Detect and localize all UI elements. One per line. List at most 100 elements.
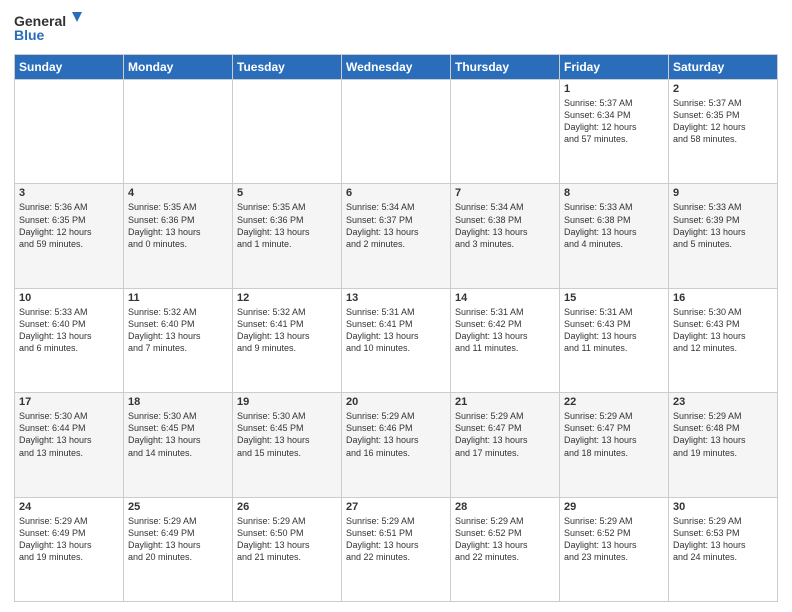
calendar-cell: 8 Sunrise: 5:33 AM Sunset: 6:38 PM Daylig… xyxy=(560,184,669,288)
day-info: Sunrise: 5:35 AM Sunset: 6:36 PM Dayligh… xyxy=(128,201,228,250)
svg-text:Blue: Blue xyxy=(14,27,45,43)
calendar-cell: 6Sunrise: 5:34 AM Sunset: 6:37 PM Daylig… xyxy=(342,184,451,288)
day-number: 6 xyxy=(346,187,446,199)
calendar-table: SundayMondayTuesdayWednesdayThursdayFrid… xyxy=(14,54,778,602)
day-info: Sunrise: 5:30 AM Sunset: 6:44 PM Dayligh… xyxy=(19,410,119,459)
calendar-week-row: 3 Sunrise: 5:36 AM Sunset: 6:35 PM Daylig… xyxy=(15,184,778,288)
calendar-cell: 26Sunrise: 5:29 AM Sunset: 6:50 PM Dayli… xyxy=(233,497,342,601)
day-info: Sunrise: 5:29 AM Sunset: 6:50 PM Dayligh… xyxy=(237,515,337,564)
day-number: 12 xyxy=(237,292,337,304)
day-number: 7 xyxy=(455,187,555,199)
weekday-header-sunday: Sunday xyxy=(15,55,124,80)
calendar-cell: 23 Sunrise: 5:29 AM Sunset: 6:48 PM Dayli… xyxy=(669,393,778,497)
day-number: 10 xyxy=(19,292,119,304)
calendar-week-row: 1 Sunrise: 5:37 AM Sunset: 6:34 PM Daylig… xyxy=(15,80,778,184)
day-info: Sunrise: 5:29 AM Sunset: 6:48 PM Dayligh… xyxy=(673,410,773,459)
day-info: Sunrise: 5:36 AM Sunset: 6:35 PM Dayligh… xyxy=(19,201,119,250)
weekday-header-friday: Friday xyxy=(560,55,669,80)
calendar-header-row: SundayMondayTuesdayWednesdayThursdayFrid… xyxy=(15,55,778,80)
day-info: Sunrise: 5:31 AM Sunset: 6:43 PM Dayligh… xyxy=(564,306,664,355)
day-info: Sunrise: 5:29 AM Sunset: 6:53 PM Dayligh… xyxy=(673,515,773,564)
calendar-cell xyxy=(233,80,342,184)
day-info: Sunrise: 5:29 AM Sunset: 6:49 PM Dayligh… xyxy=(19,515,119,564)
calendar-cell xyxy=(124,80,233,184)
calendar-cell: 24 Sunrise: 5:29 AM Sunset: 6:49 PM Dayli… xyxy=(15,497,124,601)
day-number: 30 xyxy=(673,501,773,513)
day-number: 23 xyxy=(673,396,773,408)
weekday-header-thursday: Thursday xyxy=(451,55,560,80)
calendar-cell: 13 Sunrise: 5:31 AM Sunset: 6:41 PM Dayli… xyxy=(342,288,451,392)
day-info: Sunrise: 5:33 AM Sunset: 6:39 PM Dayligh… xyxy=(673,201,773,250)
day-number: 21 xyxy=(455,396,555,408)
day-number: 2 xyxy=(673,83,773,95)
calendar-cell: 2 Sunrise: 5:37 AM Sunset: 6:35 PM Daylig… xyxy=(669,80,778,184)
calendar-cell xyxy=(15,80,124,184)
day-number: 24 xyxy=(19,501,119,513)
weekday-header-tuesday: Tuesday xyxy=(233,55,342,80)
day-number: 3 xyxy=(19,187,119,199)
calendar-cell: 1 Sunrise: 5:37 AM Sunset: 6:34 PM Daylig… xyxy=(560,80,669,184)
day-info: Sunrise: 5:30 AM Sunset: 6:45 PM Dayligh… xyxy=(237,410,337,459)
calendar-cell: 16 Sunrise: 5:30 AM Sunset: 6:43 PM Dayli… xyxy=(669,288,778,392)
calendar-cell: 30 Sunrise: 5:29 AM Sunset: 6:53 PM Dayli… xyxy=(669,497,778,601)
calendar-cell: 29 Sunrise: 5:29 AM Sunset: 6:52 PM Dayli… xyxy=(560,497,669,601)
calendar-cell: 20 Sunrise: 5:29 AM Sunset: 6:46 PM Dayli… xyxy=(342,393,451,497)
day-info: Sunrise: 5:29 AM Sunset: 6:52 PM Dayligh… xyxy=(564,515,664,564)
day-number: 8 xyxy=(564,187,664,199)
day-info: Sunrise: 5:34 AM Sunset: 6:38 PM Dayligh… xyxy=(455,201,555,250)
weekday-header-monday: Monday xyxy=(124,55,233,80)
day-number: 20 xyxy=(346,396,446,408)
logo: General Blue xyxy=(14,10,84,46)
calendar-cell: 9 Sunrise: 5:33 AM Sunset: 6:39 PM Daylig… xyxy=(669,184,778,288)
calendar-cell: 14Sunrise: 5:31 AM Sunset: 6:42 PM Dayli… xyxy=(451,288,560,392)
day-info: Sunrise: 5:33 AM Sunset: 6:40 PM Dayligh… xyxy=(19,306,119,355)
day-number: 22 xyxy=(564,396,664,408)
day-info: Sunrise: 5:29 AM Sunset: 6:47 PM Dayligh… xyxy=(564,410,664,459)
calendar-cell: 28Sunrise: 5:29 AM Sunset: 6:52 PM Dayli… xyxy=(451,497,560,601)
day-info: Sunrise: 5:30 AM Sunset: 6:43 PM Dayligh… xyxy=(673,306,773,355)
calendar-cell: 25Sunrise: 5:29 AM Sunset: 6:49 PM Dayli… xyxy=(124,497,233,601)
calendar-week-row: 24 Sunrise: 5:29 AM Sunset: 6:49 PM Dayli… xyxy=(15,497,778,601)
day-number: 16 xyxy=(673,292,773,304)
calendar-cell: 21 Sunrise: 5:29 AM Sunset: 6:47 PM Dayli… xyxy=(451,393,560,497)
header: General Blue xyxy=(14,10,778,46)
day-number: 11 xyxy=(128,292,228,304)
day-info: Sunrise: 5:37 AM Sunset: 6:35 PM Dayligh… xyxy=(673,97,773,146)
day-info: Sunrise: 5:30 AM Sunset: 6:45 PM Dayligh… xyxy=(128,410,228,459)
weekday-header-wednesday: Wednesday xyxy=(342,55,451,80)
calendar-cell xyxy=(451,80,560,184)
day-info: Sunrise: 5:29 AM Sunset: 6:49 PM Dayligh… xyxy=(128,515,228,564)
day-info: Sunrise: 5:32 AM Sunset: 6:40 PM Dayligh… xyxy=(128,306,228,355)
calendar-cell: 3 Sunrise: 5:36 AM Sunset: 6:35 PM Daylig… xyxy=(15,184,124,288)
calendar-cell: 18 Sunrise: 5:30 AM Sunset: 6:45 PM Dayli… xyxy=(124,393,233,497)
day-number: 13 xyxy=(346,292,446,304)
day-info: Sunrise: 5:33 AM Sunset: 6:38 PM Dayligh… xyxy=(564,201,664,250)
calendar-cell: 22 Sunrise: 5:29 AM Sunset: 6:47 PM Dayli… xyxy=(560,393,669,497)
day-number: 4 xyxy=(128,187,228,199)
calendar-cell: 27 Sunrise: 5:29 AM Sunset: 6:51 PM Dayli… xyxy=(342,497,451,601)
weekday-header-saturday: Saturday xyxy=(669,55,778,80)
day-number: 18 xyxy=(128,396,228,408)
day-info: Sunrise: 5:29 AM Sunset: 6:46 PM Dayligh… xyxy=(346,410,446,459)
calendar-page: General Blue SundayMondayTuesdayWednesda… xyxy=(0,0,792,612)
day-number: 15 xyxy=(564,292,664,304)
day-number: 27 xyxy=(346,501,446,513)
day-number: 1 xyxy=(564,83,664,95)
calendar-cell: 10 Sunrise: 5:33 AM Sunset: 6:40 PM Dayli… xyxy=(15,288,124,392)
day-info: Sunrise: 5:29 AM Sunset: 6:47 PM Dayligh… xyxy=(455,410,555,459)
calendar-cell: 7 Sunrise: 5:34 AM Sunset: 6:38 PM Daylig… xyxy=(451,184,560,288)
day-info: Sunrise: 5:35 AM Sunset: 6:36 PM Dayligh… xyxy=(237,201,337,250)
day-number: 29 xyxy=(564,501,664,513)
day-info: Sunrise: 5:31 AM Sunset: 6:42 PM Dayligh… xyxy=(455,306,555,355)
day-info: Sunrise: 5:31 AM Sunset: 6:41 PM Dayligh… xyxy=(346,306,446,355)
day-info: Sunrise: 5:37 AM Sunset: 6:34 PM Dayligh… xyxy=(564,97,664,146)
calendar-cell: 12 Sunrise: 5:32 AM Sunset: 6:41 PM Dayli… xyxy=(233,288,342,392)
day-info: Sunrise: 5:29 AM Sunset: 6:51 PM Dayligh… xyxy=(346,515,446,564)
day-info: Sunrise: 5:32 AM Sunset: 6:41 PM Dayligh… xyxy=(237,306,337,355)
calendar-week-row: 17Sunrise: 5:30 AM Sunset: 6:44 PM Dayli… xyxy=(15,393,778,497)
logo-svg: General Blue xyxy=(14,10,84,46)
day-number: 28 xyxy=(455,501,555,513)
calendar-cell: 19Sunrise: 5:30 AM Sunset: 6:45 PM Dayli… xyxy=(233,393,342,497)
calendar-cell: 17Sunrise: 5:30 AM Sunset: 6:44 PM Dayli… xyxy=(15,393,124,497)
day-number: 9 xyxy=(673,187,773,199)
